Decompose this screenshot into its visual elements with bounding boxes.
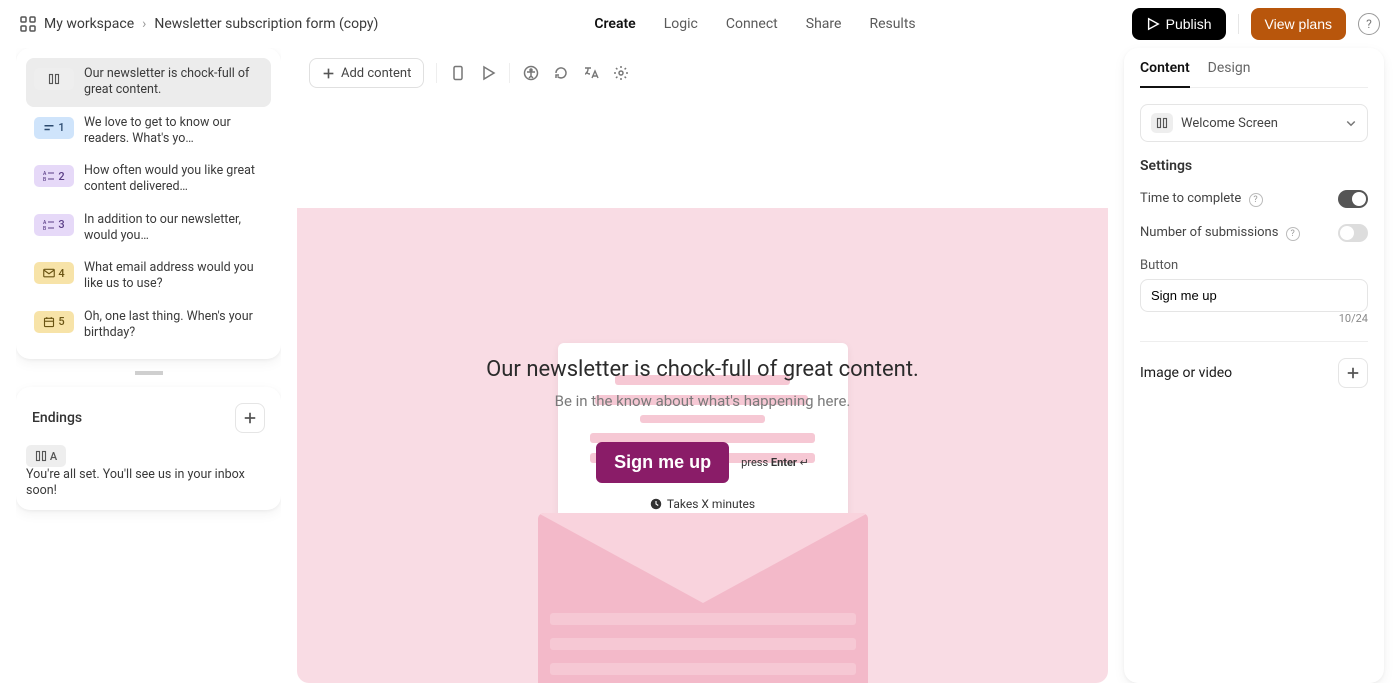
question-4[interactable]: 4 What email address would you like us t… xyxy=(26,252,271,301)
nav-connect[interactable]: Connect xyxy=(726,16,778,32)
image-video-row: Image or video xyxy=(1140,358,1368,388)
preview-subtitle[interactable]: Be in the know about what's happening he… xyxy=(555,392,851,410)
toolbar-divider xyxy=(436,63,437,83)
endings-panel: Endings A You're all set. You'll see us … xyxy=(16,387,281,510)
tab-design[interactable]: Design xyxy=(1208,60,1251,87)
drag-handle[interactable] xyxy=(135,371,163,375)
question-text: We love to get to know our readers. What… xyxy=(84,115,263,148)
question-text: Oh, one last thing. When's your birthday… xyxy=(84,309,263,342)
nav-share[interactable]: Share xyxy=(806,16,842,32)
setting-time-to-complete: Time to complete ? xyxy=(1140,190,1368,208)
right-panel: Content Design Welcome Screen Settings T… xyxy=(1124,48,1384,683)
welcome-icon xyxy=(1151,113,1173,133)
tab-content[interactable]: Content xyxy=(1140,60,1190,88)
refresh-icon[interactable] xyxy=(552,64,570,82)
help-icon[interactable]: ? xyxy=(1358,13,1380,35)
welcome-icon xyxy=(34,68,74,90)
question-5[interactable]: 5 Oh, one last thing. When's your birthd… xyxy=(26,301,271,350)
preview-title[interactable]: Our newsletter is chock-full of great co… xyxy=(486,357,919,382)
image-video-label: Image or video xyxy=(1140,365,1232,381)
button-text-input[interactable] xyxy=(1140,279,1368,312)
apps-icon[interactable] xyxy=(20,16,36,32)
question-text: How often would you like great content d… xyxy=(84,163,263,196)
publish-label: Publish xyxy=(1166,16,1212,32)
add-media-button[interactable] xyxy=(1338,358,1368,388)
top-actions: Publish View plans ? xyxy=(1132,8,1380,40)
mobile-preview-icon[interactable] xyxy=(449,64,467,82)
form-title[interactable]: Newsletter subscription form (copy) xyxy=(154,16,378,32)
button-field-label: Button xyxy=(1140,258,1368,273)
email-icon: 4 xyxy=(34,262,74,284)
sidebar-tabs: Content Design xyxy=(1140,60,1368,88)
ending-icon: A xyxy=(26,445,66,467)
play-preview-icon[interactable] xyxy=(479,64,497,82)
publish-button[interactable]: Publish xyxy=(1132,8,1226,40)
question-text: What email address would you like us to … xyxy=(84,260,263,293)
ending-text: You're all set. You'll see us in your in… xyxy=(26,467,271,500)
main-nav: Create Logic Connect Share Results xyxy=(394,16,1115,32)
question-welcome[interactable]: Our newsletter is chock-full of great co… xyxy=(26,58,271,107)
chevron-right-icon: › xyxy=(142,16,146,32)
screen-type-label: Welcome Screen xyxy=(1181,116,1278,131)
center-panel: Add content xyxy=(297,48,1108,683)
envelope-illustration xyxy=(538,383,868,683)
accessibility-icon[interactable] xyxy=(522,64,540,82)
multiple-choice-icon: AB 3 xyxy=(34,214,74,236)
question-2[interactable]: AB 2 How often would you like great cont… xyxy=(26,155,271,204)
clock-icon xyxy=(650,498,662,510)
chevron-down-icon xyxy=(1345,117,1357,129)
gear-icon[interactable] xyxy=(612,64,630,82)
question-text: In addition to our newsletter, would you… xyxy=(84,212,263,245)
top-bar: My workspace › Newsletter subscription f… xyxy=(0,0,1400,48)
screen-type-select[interactable]: Welcome Screen xyxy=(1140,104,1368,142)
breadcrumb: My workspace › Newsletter subscription f… xyxy=(20,16,378,32)
question-1[interactable]: 1 We love to get to know our readers. Wh… xyxy=(26,107,271,156)
svg-text:B: B xyxy=(43,177,46,182)
nav-results[interactable]: Results xyxy=(869,16,915,32)
help-icon[interactable]: ? xyxy=(1286,227,1300,241)
time-toggle[interactable] xyxy=(1338,190,1368,208)
settings-heading: Settings xyxy=(1140,158,1368,174)
view-plans-button[interactable]: View plans xyxy=(1251,8,1346,40)
question-3[interactable]: AB 3 In addition to our newsletter, woul… xyxy=(26,204,271,253)
date-icon: 5 xyxy=(34,311,74,333)
toolbar-divider xyxy=(509,63,510,83)
nav-create[interactable]: Create xyxy=(594,16,635,32)
svg-text:B: B xyxy=(43,226,46,231)
question-list: Our newsletter is chock-full of great co… xyxy=(16,48,281,359)
multiple-choice-icon: AB 2 xyxy=(34,165,74,187)
press-enter-hint: press Enter ↵ xyxy=(741,456,809,469)
translate-icon[interactable] xyxy=(582,64,600,82)
nav-logic[interactable]: Logic xyxy=(664,16,698,32)
question-text: Our newsletter is chock-full of great co… xyxy=(84,66,263,99)
setting-submissions: Number of submissions ? xyxy=(1140,224,1368,242)
endings-title: Endings xyxy=(32,410,82,426)
canvas-toolbar: Add content xyxy=(297,48,1108,102)
divider xyxy=(1238,14,1239,34)
char-counter: 10/24 xyxy=(1140,312,1368,325)
cta-button[interactable]: Sign me up xyxy=(596,442,729,483)
help-icon[interactable]: ? xyxy=(1249,193,1263,207)
left-panel: Our newsletter is chock-full of great co… xyxy=(16,48,281,683)
short-text-icon: 1 xyxy=(34,117,74,139)
ending-a[interactable]: A You're all set. You'll see us in your … xyxy=(26,445,271,500)
form-canvas[interactable]: Our newsletter is chock-full of great co… xyxy=(297,102,1108,683)
add-content-button[interactable]: Add content xyxy=(309,58,424,88)
time-to-complete-hint: Takes X minutes xyxy=(297,497,1108,511)
add-ending-button[interactable] xyxy=(235,403,265,433)
submissions-toggle[interactable] xyxy=(1338,224,1368,242)
add-content-label: Add content xyxy=(341,66,411,81)
divider xyxy=(1140,341,1368,342)
workspace-link[interactable]: My workspace xyxy=(44,16,134,32)
